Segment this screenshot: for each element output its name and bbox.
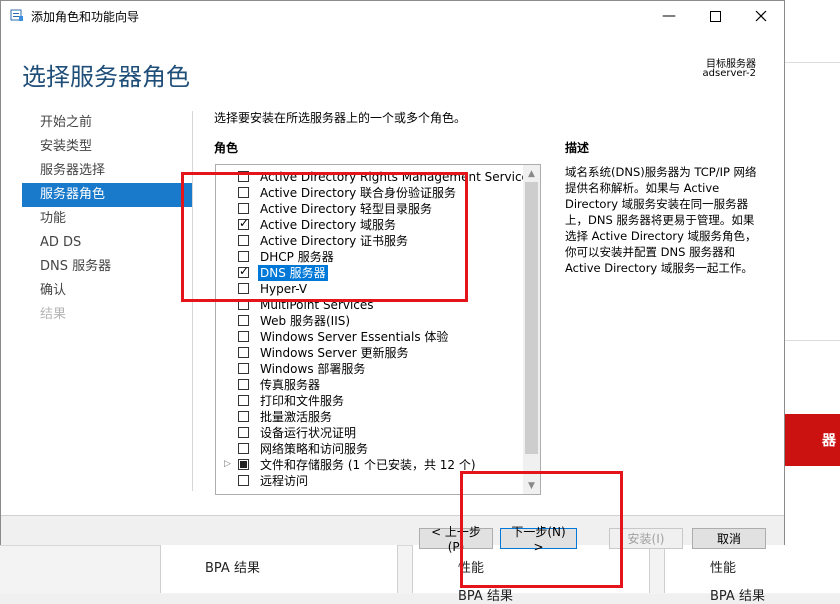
role-label[interactable]: Windows Server Essentials 体验 bbox=[258, 329, 450, 345]
role-item[interactable]: 设备运行状况证明 bbox=[216, 425, 524, 441]
role-checkbox[interactable] bbox=[238, 443, 249, 454]
close-icon bbox=[755, 10, 767, 22]
maximize-button[interactable] bbox=[692, 1, 738, 31]
performance-label[interactable]: 性能 bbox=[710, 557, 736, 576]
nav-step-before-you-begin[interactable]: 开始之前 bbox=[22, 111, 192, 135]
instruction-text: 选择要安装在所选服务器上的一个或多个角色。 bbox=[214, 111, 467, 125]
nav-step-features[interactable]: 功能 bbox=[22, 207, 192, 231]
role-label[interactable]: Windows 部署服务 bbox=[258, 361, 367, 377]
role-checkbox[interactable] bbox=[238, 395, 249, 406]
role-checkbox[interactable] bbox=[238, 475, 249, 486]
role-item[interactable]: 批量激活服务 bbox=[216, 409, 524, 425]
role-checkbox[interactable] bbox=[238, 459, 249, 470]
nav-step-ad-ds[interactable]: AD DS bbox=[22, 231, 192, 255]
role-label[interactable]: 设备运行状况证明 bbox=[258, 425, 358, 441]
annotation-box bbox=[460, 471, 623, 588]
scroll-up-icon[interactable]: ▲ bbox=[523, 165, 540, 182]
annotation-box bbox=[181, 172, 468, 302]
role-label[interactable]: Web 服务器(IIS) bbox=[258, 313, 352, 329]
bpa-results-label[interactable]: BPA 结果 bbox=[205, 557, 260, 576]
role-checkbox[interactable] bbox=[238, 347, 249, 358]
roles-list-scrollbar[interactable]: ▲ ▼ bbox=[523, 165, 540, 494]
minimize-button[interactable]: — bbox=[646, 1, 692, 31]
role-checkbox[interactable] bbox=[238, 331, 249, 342]
expand-arrow-icon[interactable]: ▷ bbox=[224, 459, 231, 469]
role-item[interactable]: Web 服务器(IIS) bbox=[216, 313, 524, 329]
nav-step-installation-type[interactable]: 安装类型 bbox=[22, 135, 192, 159]
role-label[interactable]: 传真服务器 bbox=[258, 377, 322, 393]
role-checkbox[interactable] bbox=[238, 363, 249, 374]
bpa-results-label[interactable]: BPA 结果 bbox=[710, 585, 765, 604]
role-label[interactable]: 网络策略和访问服务 bbox=[258, 441, 370, 457]
role-checkbox[interactable] bbox=[238, 427, 249, 438]
divider bbox=[785, 340, 840, 341]
nav-step-server-selection[interactable]: 服务器选择 bbox=[22, 159, 192, 183]
window-title: 添加角色和功能向导 bbox=[31, 10, 140, 24]
wizard-steps-nav: 开始之前 安装类型 服务器选择 服务器角色 功能 AD DS DNS 服务器 确… bbox=[22, 111, 192, 327]
server-tile bbox=[160, 545, 398, 593]
role-checkbox[interactable] bbox=[238, 315, 249, 326]
role-item[interactable]: Windows Server 更新服务 bbox=[216, 345, 524, 361]
description-heading: 描述 bbox=[565, 141, 590, 155]
role-item[interactable]: 网络策略和访问服务 bbox=[216, 441, 524, 457]
roles-heading: 角色 bbox=[214, 141, 239, 155]
page-title: 选择服务器角色 bbox=[22, 63, 190, 91]
close-button[interactable] bbox=[738, 1, 784, 31]
nav-step-results: 结果 bbox=[40, 307, 67, 322]
role-description: 域名系统(DNS)服务器为 TCP/IP 网络提供名称解析。如果与 Active… bbox=[565, 165, 757, 275]
role-label[interactable]: Windows Server 更新服务 bbox=[258, 345, 411, 361]
nav-step-server-roles[interactable]: 服务器角色 bbox=[22, 183, 192, 207]
role-label[interactable]: 打印和文件服务 bbox=[258, 393, 346, 409]
title-bar[interactable]: 添加角色和功能向导 — bbox=[1, 1, 784, 31]
role-checkbox[interactable] bbox=[238, 411, 249, 422]
role-item[interactable]: 传真服务器 bbox=[216, 377, 524, 393]
scroll-thumb[interactable] bbox=[525, 182, 538, 454]
wizard-header: 选择服务器角色 目标服务器 adserver-2 bbox=[1, 31, 784, 106]
target-server-value: adserver-2 bbox=[702, 68, 756, 79]
cancel-button[interactable]: 取消 bbox=[692, 528, 766, 549]
wizard-app-icon bbox=[10, 9, 23, 21]
role-label[interactable]: 远程访问 bbox=[258, 473, 310, 489]
alert-bar-label: 器 bbox=[822, 433, 836, 449]
role-item[interactable]: 打印和文件服务 bbox=[216, 393, 524, 409]
nav-step-dns-server[interactable]: DNS 服务器 bbox=[22, 255, 192, 279]
role-label[interactable]: 文件和存储服务 (1 个已安装，共 12 个) bbox=[258, 457, 478, 473]
role-label[interactable]: 批量激活服务 bbox=[258, 409, 334, 425]
nav-step-confirmation[interactable]: 确认 bbox=[22, 279, 192, 303]
maximize-icon bbox=[709, 10, 721, 22]
divider bbox=[785, 62, 840, 63]
minimize-icon: — bbox=[662, 8, 676, 24]
role-checkbox[interactable] bbox=[238, 379, 249, 390]
role-item[interactable]: Windows 部署服务 bbox=[216, 361, 524, 377]
role-item[interactable]: Windows Server Essentials 体验 bbox=[216, 329, 524, 345]
